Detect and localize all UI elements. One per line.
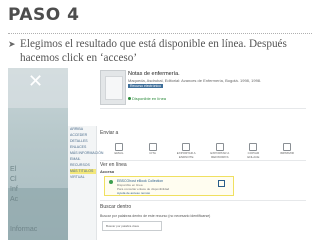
action-print[interactable]: IMPRIMIR: [276, 143, 298, 159]
available-dot-icon: [109, 180, 113, 184]
link-icon: [249, 143, 258, 151]
sidebar-item[interactable]: DETALLES: [70, 139, 96, 144]
sidebar-item[interactable]: ACCEDER: [70, 133, 96, 138]
action-cita[interactable]: CITA: [142, 143, 164, 159]
access-option-box[interactable]: EBSCOhost eBook Collection Disponible en…: [104, 176, 234, 196]
close-icon[interactable]: ✕: [28, 72, 43, 90]
search-input[interactable]: Buscar por palabra clave: [102, 221, 162, 231]
title-divider: [8, 33, 312, 34]
record-title[interactable]: Notas de enfermería.: [128, 71, 180, 77]
divider: [100, 200, 306, 201]
sidebar-item[interactable]: ENLACES: [70, 145, 96, 150]
section-title-enviar: Enviar a: [100, 130, 119, 136]
action-label: EXPORTAR A ENDNOTE: [176, 151, 196, 159]
instruction-bullet: ➤ Elegimos el resultado que está disponib…: [8, 38, 312, 65]
ghost-label: Cl: [10, 176, 17, 183]
bullet-text-line1: Elegimos el resultado que está disponibl…: [20, 38, 287, 50]
record-detail-panel: ARRIBA ACCEDER DETALLES ENLACES MÁS INFO…: [68, 68, 312, 240]
availability-label: Disponible en línea: [132, 96, 167, 101]
ghost-label: Inf: [10, 186, 18, 193]
export-icon: [215, 143, 224, 151]
ghost-label: El: [10, 166, 17, 173]
resource-type-badge: Recurso electrónico: [128, 84, 163, 88]
access-label: Acceso: [100, 169, 115, 174]
action-copy-link[interactable]: COPIAR ENLACE: [242, 143, 264, 159]
section-title-buscar: Buscar dentro: [100, 204, 132, 210]
sidebar-item[interactable]: ARRIBA: [70, 127, 96, 132]
send-actions: EMAIL CITA EXPORTAR A ENDNOTE EXPORTAR A…: [108, 143, 298, 159]
quote-icon: [148, 143, 157, 151]
search-hint: Buscar por palabras dentro de este recur…: [100, 214, 211, 218]
action-email[interactable]: EMAIL: [108, 143, 130, 159]
book-cover-thumbnail: [100, 70, 126, 105]
online-dot-icon: [128, 97, 131, 101]
sidebar-item[interactable]: RECURSOS: [70, 163, 96, 168]
action-endnote[interactable]: EXPORTAR A ENDNOTE: [175, 143, 197, 159]
print-icon: [282, 143, 291, 151]
external-link-icon[interactable]: [218, 180, 225, 187]
divider: [100, 108, 306, 109]
arrow-bullet-icon: ➤: [8, 40, 16, 50]
catalog-screenshot: ✕ El Cl Inf Ac Informac ARRIBA ACCEDER D…: [8, 68, 312, 240]
action-refworks[interactable]: EXPORTAR A REFWORKS: [209, 143, 231, 159]
section-title-ver-en-linea: Ver en línea: [100, 162, 127, 168]
sidebar-item[interactable]: MÁS INFORMACIÓN: [70, 151, 103, 156]
ghost-label: Ac: [10, 196, 19, 203]
export-icon: [182, 143, 191, 151]
availability-status[interactable]: Disponible en línea: [128, 96, 166, 101]
record-subtitle: Maqueda, Asdrubal, Editorial: Avances de…: [128, 78, 262, 83]
divider: [100, 160, 306, 161]
remote-access-help-link[interactable]: Ayuda de acceso remoto: [117, 191, 150, 195]
email-icon: [115, 143, 123, 151]
action-label: COPIAR ENLACE: [247, 151, 260, 159]
bullet-text-line2: hacemos click en ‘acceso’: [20, 52, 138, 64]
action-label: IMPRIMIR: [280, 151, 294, 155]
slide-title: PASO 4: [8, 5, 80, 25]
sidebar-item-highlighted[interactable]: MÁS TITULOS: [70, 169, 96, 174]
action-label: EXPORTAR A REFWORKS: [210, 151, 230, 159]
sidebar-item[interactable]: VIRTUAL: [70, 175, 96, 180]
ghost-label: Informac: [10, 226, 38, 233]
section-sidebar: ARRIBA ACCEDER DETALLES ENLACES MÁS INFO…: [68, 126, 103, 240]
action-label: EMAIL: [114, 151, 124, 155]
action-label: CITA: [149, 151, 156, 155]
sidebar-item[interactable]: EMAIL: [70, 157, 96, 162]
